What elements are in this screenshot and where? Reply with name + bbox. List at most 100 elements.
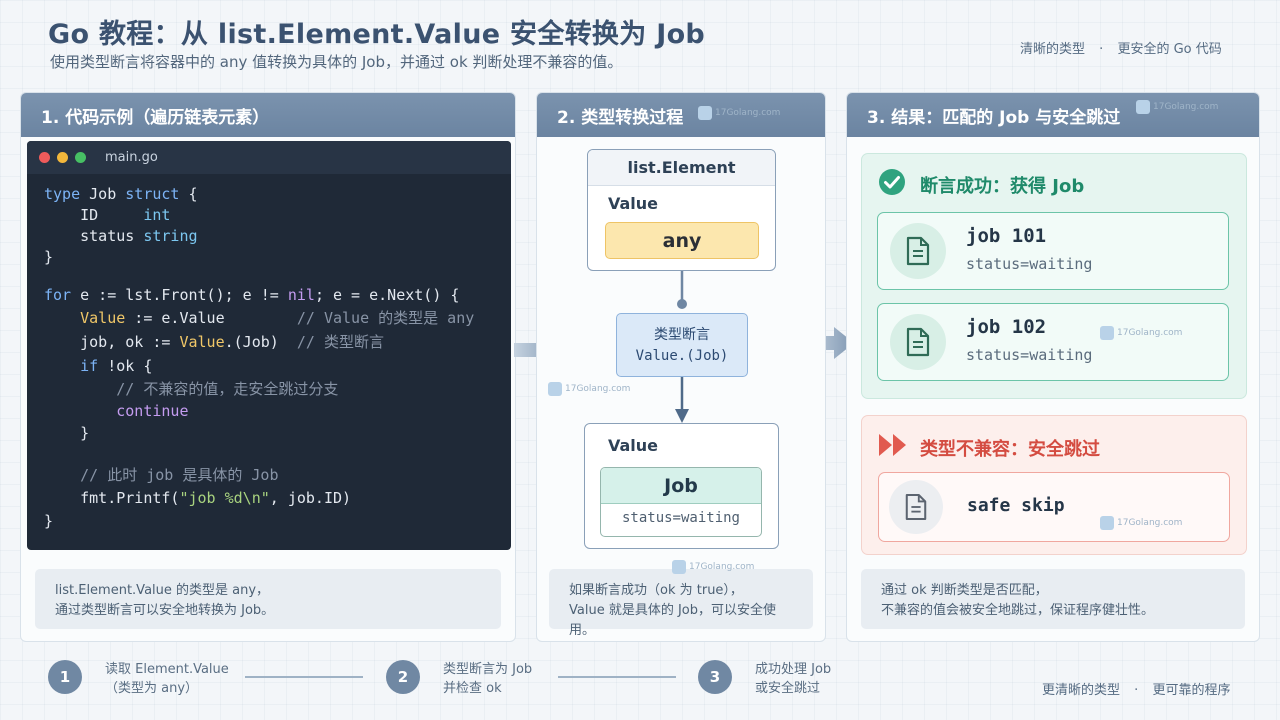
step-2-badge: 2 — [386, 660, 420, 694]
watermark: 17Golang.com — [1100, 326, 1182, 340]
code-line: Value := e.Value // Value 的类型是 any — [80, 309, 475, 327]
value-label: Value — [608, 194, 659, 213]
conversion-panel-note: 如果断言成功（ok 为 true）， Value 就是具体的 Job，可以安全使… — [549, 569, 813, 638]
step-1-text: 读取 Element.Value （类型为 any） — [105, 660, 229, 698]
watermark-logo-icon — [548, 382, 562, 396]
note-line: Value 就是具体的 Job，可以安全使用。 — [569, 603, 777, 638]
code-line: ID int — [44, 206, 171, 224]
page-title: Go 教程：从 list.Element.Value 安全转换为 Job — [48, 19, 706, 50]
code-line: } — [44, 424, 90, 442]
watermark: 17Golang.com — [548, 382, 630, 396]
assertion-expression: Value.(Job) — [635, 348, 729, 364]
code-panel-note: list.Element.Value 的类型是 any， 通过类型断言可以安全地… — [35, 569, 501, 629]
code-line: } — [44, 512, 54, 530]
watermark: 17Golang.com — [1100, 516, 1182, 530]
code-panel: 1. 代码示例（遍历链表元素） main.go type Job struct … — [20, 92, 516, 642]
job-value-box: Value Job status=waiting — [584, 423, 779, 549]
code-line: if !ok { — [80, 357, 153, 375]
conversion-panel-title: 2. 类型转换过程 — [537, 93, 825, 137]
watermark-logo-icon — [1100, 326, 1114, 340]
watermark: 17Golang.com — [698, 106, 780, 120]
fast-forward-icon — [879, 434, 906, 456]
watermark-text: 17Golang.com — [565, 384, 631, 394]
skip-title: 类型不兼容：安全跳过 — [920, 439, 1100, 460]
result-panel-note: 通过 ok 判断类型是否匹配， 不兼容的值会被安全地跳过，保证程序健壮性。 — [861, 569, 1245, 629]
code-line: type Job struct { — [44, 185, 198, 203]
footer-left: 更清晰的类型 — [1042, 683, 1121, 698]
step-line: 类型断言为 Job — [443, 662, 533, 677]
watermark-logo-icon — [698, 106, 712, 120]
type-assertion-box: 类型断言 Value.(Job) — [616, 313, 748, 377]
success-title: 断言成功：获得 Job — [920, 176, 1085, 197]
job-name: job 101 — [966, 225, 1047, 247]
watermark-text: 17Golang.com — [1117, 518, 1183, 528]
step-3-text: 成功处理 Job 或安全跳过 — [755, 660, 831, 698]
note-line: 通过类型断言可以安全地转换为 Job。 — [55, 603, 275, 618]
code-body: type Job struct { ID int status string }… — [27, 174, 511, 533]
close-dot-icon — [39, 152, 50, 163]
code-line: job, ok := Value.(Job) // 类型断言 — [44, 333, 384, 351]
job-status: status=waiting — [966, 346, 1093, 364]
watermark: 17Golang.com — [1136, 100, 1218, 114]
list-element-box: list.Element Value any — [587, 149, 776, 271]
step-1-badge: 1 — [48, 660, 82, 694]
watermark-logo-icon — [1100, 516, 1114, 530]
tagline: 清晰的类型 · 更安全的 Go 代码 — [1020, 38, 1222, 57]
skip-card: safe skip — [878, 472, 1230, 542]
code-filename: main.go — [105, 150, 158, 165]
job-type-label: Job — [601, 468, 761, 504]
step-3-badge: 3 — [698, 660, 732, 694]
skip-section: 类型不兼容：安全跳过 safe skip — [861, 415, 1247, 555]
connector-icon — [677, 271, 687, 309]
note-line: 如果断言成功（ok 为 true）， — [569, 583, 743, 598]
note-line: list.Element.Value 的类型是 any， — [55, 583, 270, 598]
job-status-label: status=waiting — [621, 510, 740, 526]
watermark-text: 17Golang.com — [1117, 328, 1183, 338]
step-2-text: 类型断言为 Job 并检查 ok — [443, 660, 532, 698]
note-line: 不兼容的值会被安全地跳过，保证程序健壮性。 — [881, 603, 1155, 618]
arrow-down-icon — [675, 377, 689, 423]
watermark-logo-icon — [1136, 100, 1150, 114]
code-editor-titlebar: main.go — [27, 141, 511, 174]
code-line: status string — [44, 227, 198, 245]
job-card: job 101 status=waiting — [877, 212, 1229, 290]
watermark-text: 17Golang.com — [689, 562, 755, 572]
code-editor: main.go type Job struct { ID int status … — [27, 141, 511, 550]
step-line: 成功处理 Job — [755, 662, 832, 677]
document-icon — [890, 223, 946, 279]
document-icon — [889, 480, 943, 534]
page-subtitle: 使用类型断言将容器中的 any 值转换为具体的 Job，并通过 ok 判断处理不… — [50, 53, 623, 71]
watermark-text: 17Golang.com — [715, 108, 781, 118]
skip-label: safe skip — [967, 495, 1065, 516]
step-line: （类型为 any） — [105, 681, 199, 696]
step-connector — [558, 676, 676, 678]
job-status: status=waiting — [966, 255, 1093, 273]
result-panel: 3. 结果：匹配的 Job 与安全跳过 断言成功：获得 Job job 101 … — [846, 92, 1260, 642]
tagline-right: 更安全的 Go 代码 — [1117, 42, 1222, 57]
assertion-label: 类型断言 — [654, 327, 710, 343]
minimize-dot-icon — [57, 152, 68, 163]
step-line: 读取 Element.Value — [105, 662, 229, 677]
code-line: } — [44, 248, 54, 266]
maximize-dot-icon — [75, 152, 86, 163]
any-type-box: any — [605, 222, 759, 259]
job-struct-box: Job status=waiting — [600, 467, 762, 537]
code-line: continue — [116, 402, 189, 420]
check-circle-icon — [879, 169, 905, 195]
code-line: // 不兼容的值，走安全跳过分支 — [116, 380, 339, 398]
code-line: for e := lst.Front(); e != nil; e = e.Ne… — [44, 286, 460, 304]
footer-separator: · — [1134, 683, 1139, 698]
result-value-label: Value — [608, 436, 659, 455]
list-element-label: list.Element — [588, 150, 775, 186]
watermark: 17Golang.com — [672, 560, 754, 574]
code-line: // 此时 job 是具体的 Job — [80, 466, 279, 484]
job-name: job 102 — [966, 316, 1047, 338]
watermark-text: 17Golang.com — [1153, 102, 1219, 112]
step-connector — [245, 676, 363, 678]
note-line: 通过 ok 判断类型是否匹配， — [881, 583, 1048, 598]
tagline-separator: · — [1099, 42, 1104, 57]
footer-right: 更可靠的程序 — [1152, 683, 1231, 698]
code-line: fmt.Printf("job %d\n", job.ID) — [44, 489, 352, 507]
